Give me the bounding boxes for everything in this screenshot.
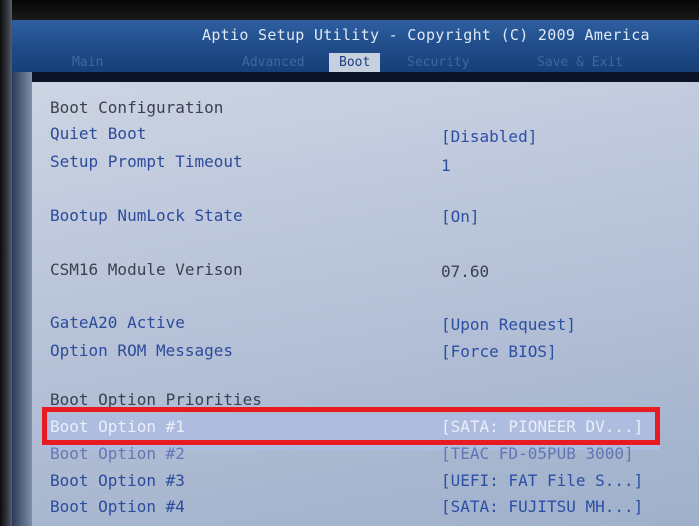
csm16-module-version-value: 07.60	[441, 262, 490, 281]
setup-prompt-timeout-label[interactable]: Setup Prompt Timeout	[50, 152, 243, 171]
boot-option-3-value[interactable]: [UEFI: FAT File S...]	[441, 471, 643, 490]
bios-screen: Aptio Setup Utility - Copyright (C) 2009…	[0, 0, 699, 526]
boot-option-2-value[interactable]: [TEAC FD-05PUB 3000]	[441, 444, 634, 463]
gatea20-active-value[interactable]: [Upon Request]	[441, 315, 576, 334]
bios-title: Aptio Setup Utility - Copyright (C) 2009…	[202, 26, 650, 44]
quiet-boot-label[interactable]: Quiet Boot	[50, 124, 146, 143]
bootup-numlock-label[interactable]: Bootup NumLock State	[50, 206, 243, 225]
setup-prompt-timeout-value[interactable]: 1	[441, 156, 451, 175]
bios-header: Aptio Setup Utility - Copyright (C) 2009…	[12, 20, 699, 72]
boot-option-4-label[interactable]: Boot Option #4	[50, 497, 185, 516]
boot-option-3-label[interactable]: Boot Option #3	[50, 471, 185, 490]
gatea20-active-label[interactable]: GateA20 Active	[50, 313, 185, 332]
panel-shadow-edge	[12, 72, 32, 526]
boot-option-2-label[interactable]: Boot Option #2	[50, 444, 185, 463]
tab-security[interactable]: Security	[407, 53, 470, 72]
tab-main[interactable]: Main	[72, 53, 103, 72]
tab-save-exit[interactable]: Save & Exit	[537, 53, 623, 72]
tab-boot[interactable]: Boot	[329, 53, 381, 72]
option-rom-messages-label[interactable]: Option ROM Messages	[50, 341, 233, 360]
option-rom-messages-value[interactable]: [Force BIOS]	[441, 342, 557, 361]
monitor-bezel-top	[0, 0, 699, 20]
quiet-boot-value[interactable]: [Disabled]	[441, 127, 537, 146]
csm16-module-version-label: CSM16 Module Verison	[50, 260, 243, 279]
monitor-bezel-left	[0, 0, 12, 526]
tab-advanced[interactable]: Advanced	[242, 53, 305, 72]
bootup-numlock-value[interactable]: [On]	[441, 207, 480, 226]
boot-option-4-value[interactable]: [SATA: FUJITSU MH...]	[441, 497, 643, 516]
boot-configuration-heading: Boot Configuration	[50, 98, 224, 117]
red-annotation-box	[42, 407, 660, 445]
